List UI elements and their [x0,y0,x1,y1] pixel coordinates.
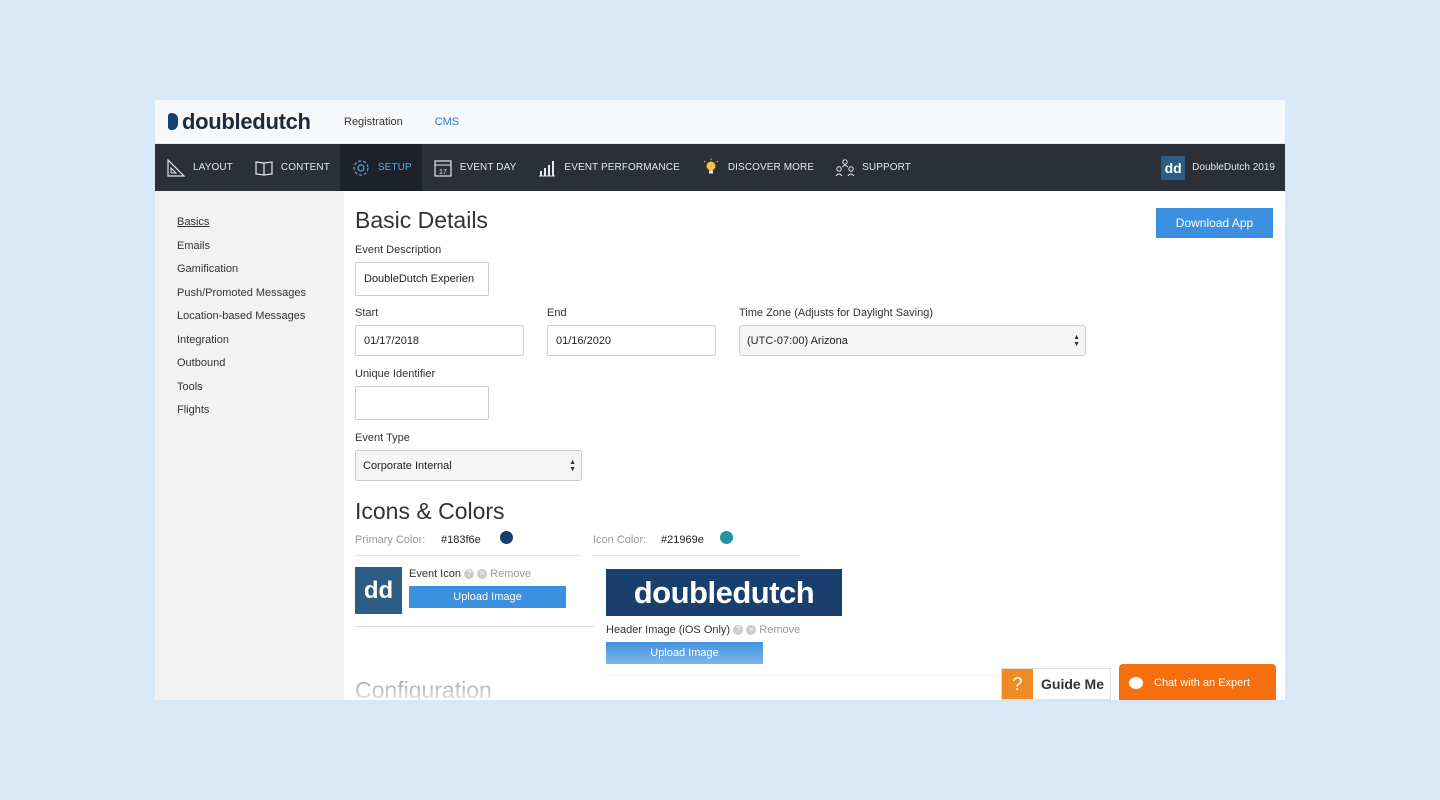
logo[interactable]: doubledutch [168,109,344,135]
divider [606,675,1006,676]
section-title-configuration: Configuration [355,677,492,700]
event-badge-icon: dd [1161,155,1186,180]
nav-item-label: Setup [377,162,412,173]
gear-icon [350,157,372,179]
sidebar-item-location-based-messages[interactable]: Location-based Messages [177,309,344,333]
icon-color-value: #21969e [661,534,704,546]
event-icon-label: Event Icon [409,568,461,580]
event-type-select[interactable]: Corporate Internal ▲ ▼ [355,450,582,481]
sidebar-item-tools[interactable]: Tools [177,380,344,404]
content-area: Basics Emails Gamification Push/Promoted… [155,191,1285,700]
remove-icon[interactable]: × [477,569,488,580]
logo-text: doubledutch [182,108,311,134]
top-bar: doubledutch Registration CMS [155,100,1285,144]
nav-item-label: Discover More [727,162,815,173]
nav-item-label: Layout [193,162,233,173]
start-date-input[interactable]: 01/17/2018 [355,325,524,356]
bar-chart-icon [536,157,558,179]
main-nav: Layout Content Setup 17 Event Day Event … [155,144,1285,191]
divider [593,555,799,556]
nav-item-discover-more[interactable]: Discover More [690,144,824,191]
icon-color-label: Icon Color: [593,534,647,546]
header-image-label-row: Header Image (iOS Only) ? × Remove [606,624,800,636]
nav-item-setup[interactable]: Setup [339,144,422,191]
event-type-label: Event Type [355,432,410,444]
people-icon [834,157,856,179]
sidebar-item-integration[interactable]: Integration [177,333,344,357]
sidebar-item-gamification[interactable]: Gamification [177,262,344,286]
chat-bubble-icon [1129,676,1143,689]
event-switcher[interactable]: dd DoubleDutch 2019 [1161,144,1275,191]
select-arrows-icon: ▲ ▼ [569,459,576,473]
logo-mark-icon [168,113,178,130]
sidebar-item-outbound[interactable]: Outbound [177,356,344,380]
event-type-value: Corporate Internal [363,459,452,472]
unique-identifier-label: Unique Identifier [355,368,436,380]
top-link-cms[interactable]: CMS [435,116,459,128]
sidebar-item-emails[interactable]: Emails [177,239,344,263]
guide-me-label: Guide Me [1041,676,1105,692]
remove-icon[interactable]: × [746,625,757,636]
book-icon [253,157,275,179]
event-name: DoubleDutch 2019 [1192,162,1275,173]
nav-item-content[interactable]: Content [243,144,340,191]
guide-me-button[interactable]: ? Guide Me [1001,668,1111,700]
sidebar: Basics Emails Gamification Push/Promoted… [155,191,344,700]
calendar-day-text: 17 [439,169,447,176]
nav-item-event-day[interactable]: 17 Event Day [422,144,527,191]
section-title-basic-details: Basic Details [355,207,488,233]
nav-item-label: Event Day [459,162,517,173]
upload-header-image-button[interactable]: Upload Image [606,642,763,664]
primary-color-value: #183f6e [441,534,481,546]
header-image-preview: doubledutch [606,569,842,616]
nav-item-label: Support [862,162,912,173]
event-description-input[interactable]: DoubleDutch Experien [355,262,489,296]
timezone-label: Time Zone (Adjusts for Daylight Saving) [739,307,933,319]
chat-label: Chat with an Expert [1154,676,1250,689]
end-date-input[interactable]: 01/16/2020 [547,325,716,356]
divider [355,555,581,556]
sidebar-item-flights[interactable]: Flights [177,403,344,427]
lightbulb-icon [700,157,722,179]
sidebar-item-basics[interactable]: Basics [177,215,344,239]
top-link-registration[interactable]: Registration [344,116,403,128]
start-label: Start [355,307,379,319]
section-title-icons-colors: Icons & Colors [355,498,505,524]
primary-color-swatch[interactable] [500,531,513,544]
divider [355,626,595,627]
nav-item-label: Content [280,162,330,173]
event-icon-label-row: Event Icon ? × Remove [409,568,531,580]
timezone-value: (UTC-07:00) Arizona [747,334,848,347]
remove-link[interactable]: Remove [490,568,531,580]
main-panel: Basic Details Download App Event Descrip… [344,191,1285,700]
remove-link[interactable]: Remove [759,624,800,636]
nav-item-layout[interactable]: Layout [155,144,243,191]
upload-event-icon-button[interactable]: Upload Image [409,586,566,608]
event-description-label: Event Description [355,244,442,256]
icon-color-swatch[interactable] [720,531,733,544]
nav-item-support[interactable]: Support [824,144,921,191]
calendar-icon: 17 [432,157,454,179]
help-icon[interactable]: ? [464,569,475,580]
chat-with-expert-button[interactable]: Chat with an Expert [1119,664,1276,700]
nav-item-event-performance[interactable]: Event Performance [526,144,689,191]
primary-color-label: Primary Color: [355,534,426,546]
sidebar-item-push-promoted-messages[interactable]: Push/Promoted Messages [177,286,344,310]
event-icon-preview: dd [355,567,402,614]
header-image-label: Header Image (iOS Only) [606,624,731,636]
question-icon: ? [1002,669,1033,699]
timezone-select[interactable]: (UTC-07:00) Arizona ▲ ▼ [739,325,1086,356]
download-app-button[interactable]: Download App [1156,208,1273,238]
app-window: doubledutch Registration CMS Layout Cont… [155,100,1285,700]
unique-identifier-input[interactable] [355,386,489,420]
triangle-ruler-icon [165,157,187,179]
help-icon[interactable]: ? [733,625,744,636]
end-label: End [547,307,567,319]
nav-item-label: Event Performance [564,162,680,173]
select-arrows-icon: ▲ ▼ [1073,334,1080,348]
